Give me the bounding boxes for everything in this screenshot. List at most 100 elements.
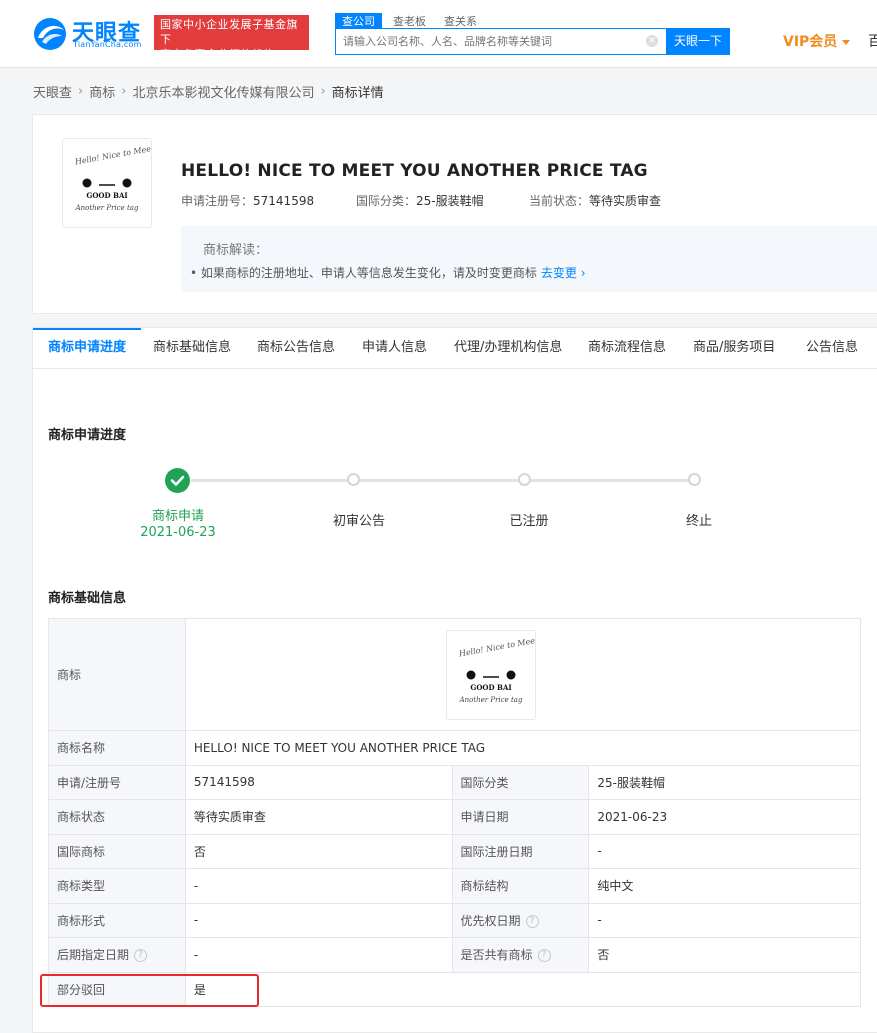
chevron-right-icon: › [580,266,586,280]
table-row: 商标类型 - 商标结构 纯中文 [48,868,861,904]
table-row: 后期指定日期? - 是否共有商标? 否 [48,937,861,973]
intl-class: 国际分类：25-服装鞋帽 [356,192,484,209]
trademark-title: HELLO! NICE TO MEET YOU ANOTHER PRICE TA… [181,161,648,181]
partial-reject-highlight [40,974,259,1007]
trademark-image-cell: Hello! Nice to Meet you GOOD BAI Another… [184,618,862,731]
vip-label: VIP会员 [783,34,838,50]
tab-agency-info[interactable]: 代理/办理机构信息 [454,328,562,369]
tianyancha-logo-icon [34,18,66,50]
trademark-logo-icon: Hello! Nice to Meet you GOOD BAI Another… [457,632,535,704]
logo-text-bottom: Another Price tag [458,696,522,704]
header-extra-link[interactable]: 百 [868,31,877,51]
detail-tabs: 商标申请进度 商标基础信息 商标公告信息 申请人信息 代理/办理机构信息 商标流… [32,328,877,369]
partial-reject-value: 是 [184,971,862,1007]
trademark-image[interactable]: Hello! Nice to Meet you GOOD BAI Another… [62,138,152,228]
tab-application-progress[interactable]: 商标申请进度 [32,328,142,369]
chevron-right-icon: › [121,84,127,99]
interpretation-body: 如果商标的注册地址、申请人等信息发生变化，请及时变更商标 [200,266,537,280]
help-icon[interactable]: ? [525,914,539,928]
logo-text-bottom: Another Price tag [75,204,139,212]
structure-value: 纯中文 [588,868,861,904]
tab-announcement-info[interactable]: 商标公告信息 [257,328,335,369]
table-row: 申请/注册号 57141598 国际分类 25-服装鞋帽 [48,764,861,800]
reg-number-value: 57141598 [253,194,315,208]
trademark-summary-card: Hello! Nice to Meet you GOOD BAI Another… [32,114,877,314]
government-badge: 国家中小企业发展子基金旗下 官方备案企业征信机构 [154,15,309,61]
check-icon [165,468,190,493]
tab-applicant-info[interactable]: 申请人信息 [362,328,427,369]
status-value: 等待实质审查 [184,799,453,835]
chevron-right-icon: › [320,84,326,99]
help-icon[interactable]: ? [537,949,551,963]
shared-cell: 是否共有商标? [451,937,590,973]
shared-label: 是否共有商标 [460,948,533,963]
later-date-label: 后期指定日期 [57,948,130,963]
site-logo[interactable]: 天眼查 TianYanCha.com [32,14,148,52]
change-link-label: 去变更 [540,266,577,280]
table-row: 国际商标 否 国际注册日期 - [48,833,861,869]
clear-icon[interactable]: × [646,35,658,47]
structure-label: 商标结构 [451,868,590,904]
change-trademark-link[interactable]: 去变更 › [541,266,586,280]
top-header: 天眼查 TianYanCha.com 国家中小企业发展子基金旗下 官方备案企业征… [0,0,877,68]
status-label: 商标状态 [48,799,186,835]
intl-mark-value: 否 [184,833,453,869]
bullet-icon: • [190,266,201,280]
name-value: HELLO! NICE TO MEET YOU ANOTHER PRICE TA… [184,730,862,766]
interpretation-text: • 如果商标的注册地址、申请人等信息发生变化，请及时变更商标 去变更 › [190,264,586,281]
tab-basic-info[interactable]: 商标基础信息 [153,328,231,369]
logo-text-top: Hello! Nice to Meet you [73,141,151,167]
breadcrumb-trademark[interactable]: 商标 [89,86,115,101]
interpretation-title: 商标解读： [203,243,269,258]
badge-line-1: 国家中小企业发展子基金旗下 [160,18,298,46]
intl-class-label: 国际分类： [356,194,417,208]
basic-info-section-title: 商标基础信息 [48,591,127,606]
apply-date-label: 申请日期 [451,799,590,835]
later-date-value: - [184,937,453,973]
trademark-interpretation: 商标解读： • 如果商标的注册地址、申请人等信息发生变化，请及时变更商标 去变更 … [181,226,877,292]
name-label: 商标名称 [48,730,186,766]
tab-goods-services[interactable]: 商品/服务项目 [693,328,775,369]
trademark-logo-icon: Hello! Nice to Meet you GOOD BAI Another… [73,141,151,212]
current-status-label: 当前状态： [529,194,590,208]
trademark-table-image[interactable]: Hello! Nice to Meet you GOOD BAI Another… [445,629,536,720]
intl-reg-date-value: - [588,833,861,869]
step-label-preliminary: 初审公告 [332,514,385,529]
current-status-value: 等待实质审查 [589,194,662,208]
reg-no-value: 57141598 [184,764,453,800]
caret-down-icon [842,39,851,45]
logo-domain: TianYanCha.com [73,40,142,49]
trademark-detail-card: 商标申请进度 商标基础信息 商标公告信息 申请人信息 代理/办理机构信息 商标流… [32,327,877,1033]
later-date-cell: 后期指定日期? [48,937,186,973]
logo-text-middle: GOOD BAI [86,191,127,200]
badge-line-2: 官方备案企业征信机构 [160,48,275,61]
search-input[interactable] [336,29,666,54]
breadcrumb-company[interactable]: 北京乐本影视文化传媒有限公司 [132,86,314,101]
tab-process-info[interactable]: 商标流程信息 [588,328,666,369]
step-dot-icon [688,473,701,486]
tab-bulletin-info[interactable]: 公告信息 [806,328,858,369]
reg-number: 申请注册号：57141598 [181,192,314,209]
table-row: 商标名称 HELLO! NICE TO MEET YOU ANOTHER PRI… [48,730,862,766]
search-tabs: 查公司 查老板 查关系 [335,10,488,31]
table-row: 商标状态 等待实质审查 申请日期 2021-06-23 [48,799,861,835]
step-label-registered: 已注册 [509,514,549,529]
logo-text-middle: GOOD BAI [470,683,511,692]
apply-date-value: 2021-06-23 [588,799,861,835]
help-icon[interactable]: ? [134,949,148,963]
intl-class-value: 25-服装鞋帽 [588,764,861,800]
search-box: × 天眼一下 [335,28,730,55]
search-button[interactable]: 天眼一下 [666,28,730,55]
form-label: 商标形式 [48,902,186,938]
step-date-apply: 2021-06-23 [140,525,216,540]
intl-class-value: 25-服装鞋帽 [416,194,484,208]
step-dot-icon [518,473,531,486]
progress-section-title: 商标申请进度 [48,428,127,443]
breadcrumb-home[interactable]: 天眼查 [33,86,72,101]
priority-date-value: - [588,902,861,938]
form-value: - [184,902,453,938]
breadcrumb: 天眼查 › 商标 › 北京乐本影视文化传媒有限公司 › 商标详情 [33,82,384,101]
priority-date-cell: 优先权日期? [451,902,590,938]
vip-member-menu[interactable]: VIP会员 [783,31,851,51]
progress-track [191,479,691,482]
